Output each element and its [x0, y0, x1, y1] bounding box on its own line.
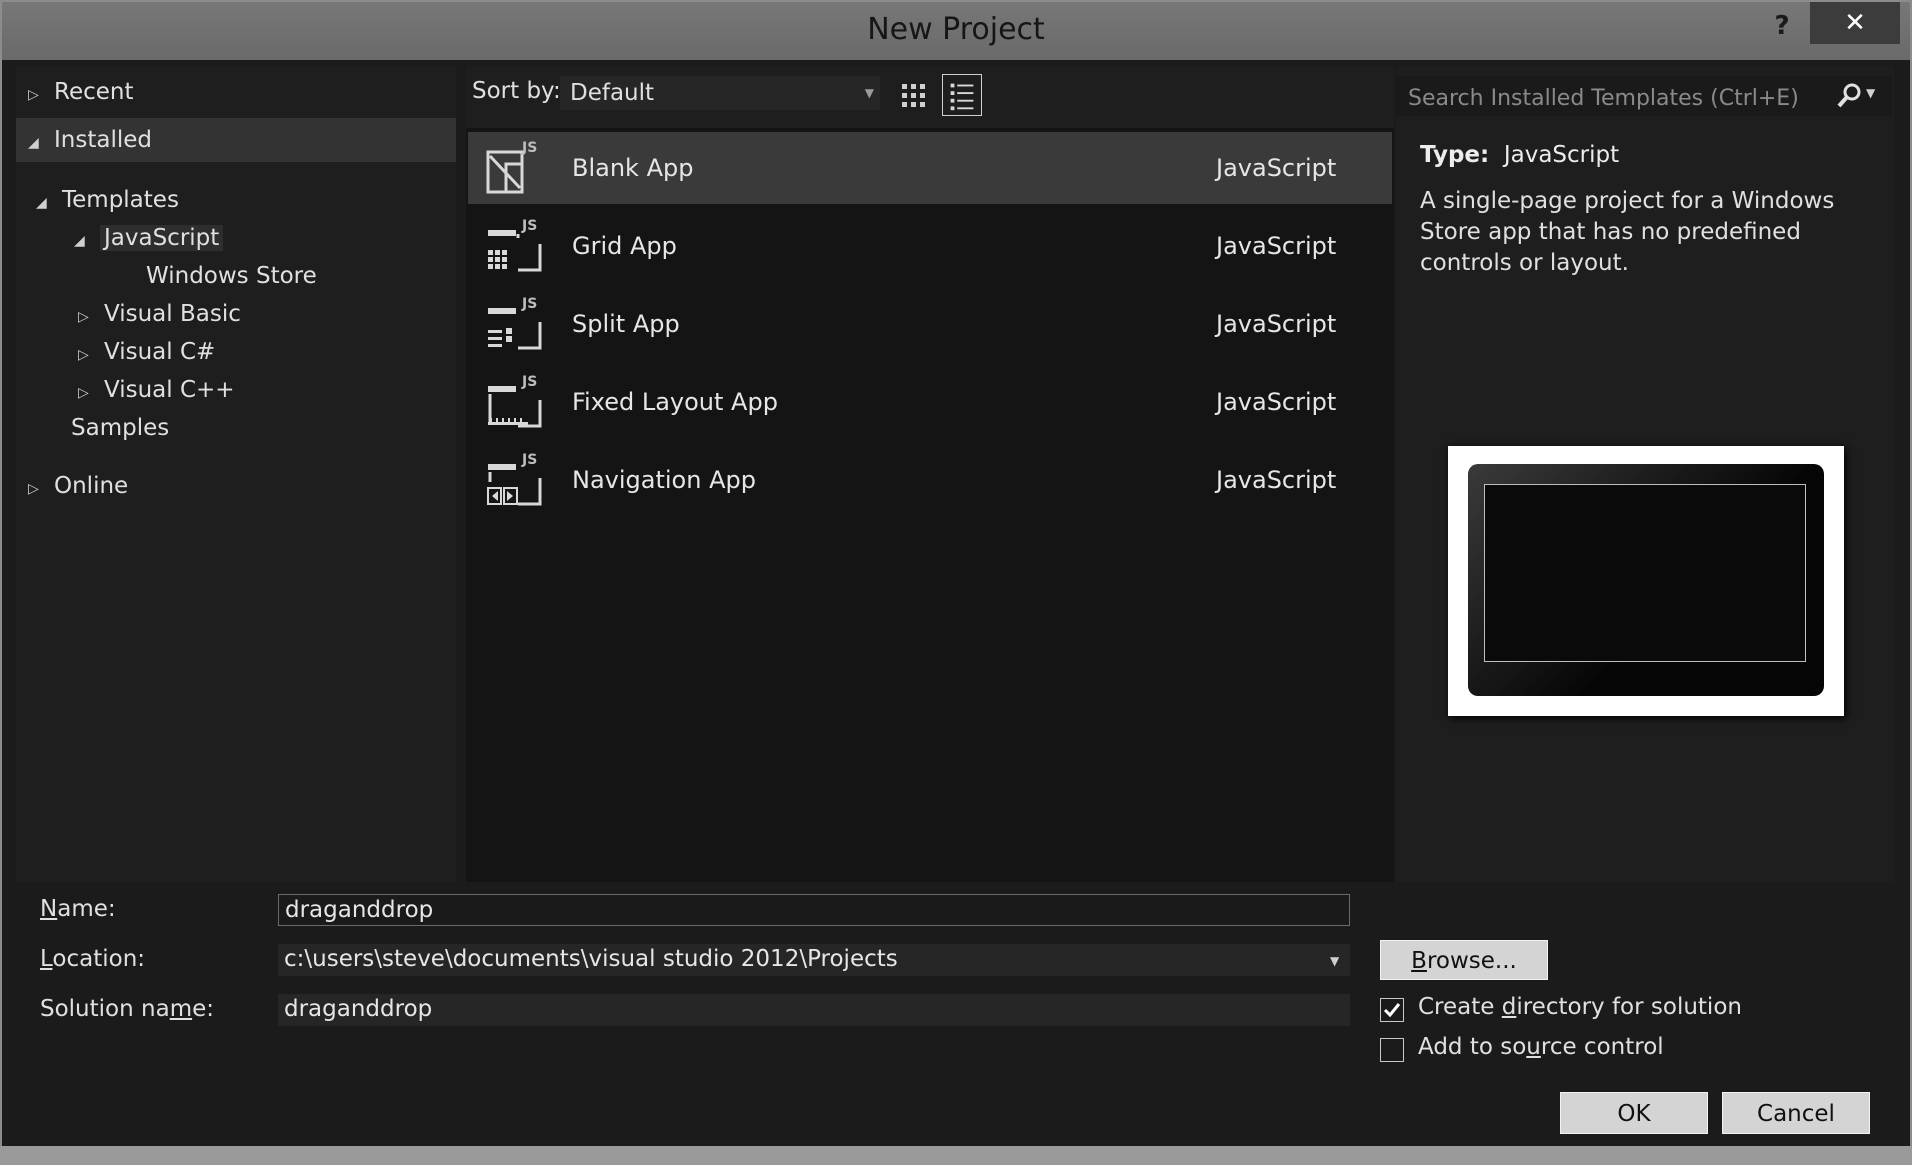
source-control-label: Add to source control [1418, 1034, 1664, 1060]
dropdown-arrow-icon: ▼ [864, 86, 874, 100]
search-options-arrow-icon[interactable]: ▼ [1866, 86, 1875, 100]
location-label: Location: [40, 946, 146, 972]
template-name: Blank App [572, 154, 694, 182]
blank-app-icon: JS [486, 140, 537, 194]
fixed-layout-app-icon: JS [488, 374, 542, 428]
tree-item-samples[interactable]: Samples [71, 406, 169, 450]
template-name: Fixed Layout App [572, 388, 778, 416]
close-button[interactable]: ✕ [1810, 2, 1900, 44]
window-border [0, 1146, 1912, 1165]
svg-text:JS: JS [521, 452, 537, 468]
svg-text:JS: JS [521, 296, 537, 312]
svg-text:JS: JS [521, 218, 537, 234]
sort-label: Sort by: [472, 78, 561, 104]
template-tree: ▷ Recent ◢ Installed ◢ Templates ◢ JavaScrip… [16, 66, 456, 882]
search-icon[interactable] [1832, 80, 1866, 112]
template-language: JavaScript [1216, 466, 1337, 494]
list-view-icon[interactable] [942, 74, 982, 116]
template-name: Split App [572, 310, 680, 338]
name-field[interactable]: draganddrop [278, 894, 1350, 926]
template-type: Type: JavaScript [1420, 142, 1620, 168]
solution-name-label: Solution name: [40, 996, 214, 1022]
expanded-arrow-icon: ◢ [74, 233, 85, 249]
svg-text:JS: JS [521, 374, 537, 390]
template-preview-image [1448, 446, 1844, 716]
name-label: Name: [40, 896, 116, 922]
cancel-button[interactable]: Cancel [1722, 1092, 1870, 1134]
template-row-blank-app[interactable]: JS Blank App JavaScript [468, 132, 1392, 204]
ok-button[interactable]: OK [1560, 1092, 1708, 1134]
create-directory-label: Create directory for solution [1418, 994, 1742, 1020]
collapsed-arrow-icon: ▷ [28, 87, 39, 103]
template-row-navigation-app[interactable]: JS Navigation App JavaScript [468, 444, 1392, 516]
template-row-fixed-layout-app[interactable]: JS Fixed Layout App JavaScript [468, 366, 1392, 438]
tree-item-online[interactable]: ▷ Online [28, 464, 128, 508]
source-control-checkbox[interactable] [1380, 1038, 1404, 1062]
location-dropdown-arrow-icon[interactable]: ▼ [1330, 954, 1339, 968]
dialog-title: New Project [867, 12, 1045, 47]
small-icons-view-icon[interactable] [896, 78, 932, 114]
template-language: JavaScript [1216, 310, 1337, 338]
location-field[interactable]: c:\users\steve\documents\visual studio 2… [278, 944, 1350, 976]
navigation-app-icon: JS [487, 452, 542, 506]
sort-dropdown[interactable]: Default ▼ [560, 76, 880, 110]
split-app-icon: JS [488, 296, 542, 350]
svg-text:JS: JS [521, 140, 537, 156]
expanded-arrow-icon: ◢ [28, 135, 39, 151]
tablet-icon [1468, 464, 1824, 696]
help-button[interactable]: ? [1762, 8, 1802, 44]
tree-item-installed[interactable]: ◢ Installed [16, 118, 456, 162]
grid-app-icon: JS [488, 218, 542, 272]
checkmark-icon [1383, 1003, 1401, 1018]
search-input[interactable] [1406, 82, 1810, 114]
template-language: JavaScript [1216, 232, 1337, 260]
title-bar: New Project ? ✕ [2, 2, 1910, 60]
template-name: Navigation App [572, 466, 756, 494]
template-description: A single-page project for a Windows Stor… [1420, 188, 1835, 276]
browse-button[interactable]: Browse... [1380, 940, 1548, 980]
solution-name-field[interactable]: draganddrop [278, 994, 1350, 1026]
create-directory-checkbox[interactable] [1380, 998, 1404, 1022]
expanded-arrow-icon: ◢ [36, 195, 47, 211]
template-row-grid-app[interactable]: JS Grid App JavaScript [468, 210, 1392, 282]
template-name: Grid App [572, 232, 677, 260]
collapsed-arrow-icon: ▷ [28, 481, 39, 497]
template-language: JavaScript [1216, 388, 1337, 416]
template-row-split-app[interactable]: JS Split App JavaScript [468, 288, 1392, 360]
template-language: JavaScript [1216, 154, 1337, 182]
tree-item-recent[interactable]: ▷ Recent [28, 70, 134, 114]
